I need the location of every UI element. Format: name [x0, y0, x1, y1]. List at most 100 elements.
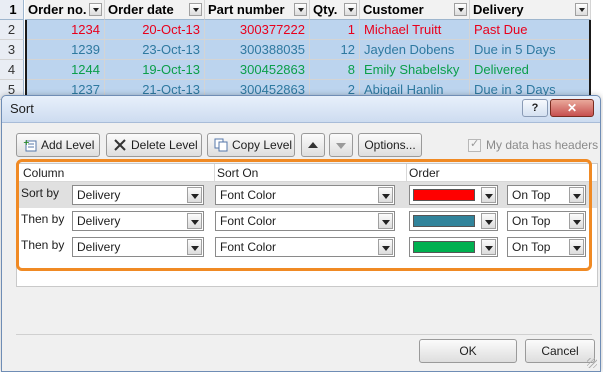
- row-number[interactable]: 2: [0, 20, 24, 40]
- filter-dropdown-icon[interactable]: [454, 3, 467, 16]
- color-swatch: [413, 189, 475, 201]
- dropdown-arrow-icon[interactable]: [378, 187, 393, 203]
- cell-customer[interactable]: Jayden Dobens: [360, 40, 470, 60]
- sort-on-select[interactable]: Font Color: [215, 211, 395, 231]
- delete-icon: [114, 139, 126, 151]
- row-number[interactable]: 4: [0, 60, 24, 80]
- dropdown-arrow-icon[interactable]: [481, 187, 496, 203]
- dropdown-arrow-icon[interactable]: [481, 239, 496, 255]
- filter-dropdown-icon[interactable]: [89, 3, 102, 16]
- add-level-icon: +: [23, 138, 37, 152]
- cancel-label: Cancel: [541, 344, 579, 358]
- header-customer[interactable]: Customer: [360, 0, 470, 20]
- column-value: Delivery: [77, 214, 121, 228]
- cell-order-date[interactable]: 23-Oct-13: [105, 40, 205, 60]
- delete-level-button[interactable]: Delete Level: [106, 133, 202, 157]
- order-position-select[interactable]: On Top: [507, 185, 586, 205]
- ok-label: OK: [459, 344, 477, 358]
- cell-delivery[interactable]: Past Due: [470, 20, 591, 40]
- cell-order-no[interactable]: 1234: [25, 20, 105, 40]
- cell-delivery[interactable]: Delivered: [470, 60, 591, 80]
- then-by-label: Then by: [21, 212, 65, 226]
- my-data-has-headers-label: My data has headers: [486, 138, 599, 152]
- header-qty[interactable]: Qty.: [310, 0, 360, 20]
- filter-dropdown-icon[interactable]: [344, 3, 357, 16]
- header-separator: [214, 164, 215, 181]
- position-value: On Top: [512, 240, 551, 254]
- order-position-select[interactable]: On Top: [507, 237, 586, 257]
- table-row: 4 1244 19-Oct-13 300452863 8 Emily Shabe…: [0, 60, 603, 80]
- sort-dialog: Sort ? ✕ + Add Level Delete Level Copy L…: [1, 95, 601, 372]
- cell-customer[interactable]: Michael Truitt: [360, 20, 470, 40]
- cell-part-number[interactable]: 300377222: [205, 20, 310, 40]
- filter-dropdown-icon[interactable]: [294, 3, 307, 16]
- table-row: 2 1234 20-Oct-13 300377222 1 Michael Tru…: [0, 20, 603, 40]
- cell-customer[interactable]: Emily Shabelsky: [360, 60, 470, 80]
- column-select[interactable]: Delivery: [72, 211, 204, 231]
- position-value: On Top: [512, 188, 551, 202]
- copy-level-button[interactable]: Copy Level: [207, 133, 295, 157]
- delete-level-label: Delete Level: [131, 138, 198, 152]
- dropdown-arrow-icon[interactable]: [187, 239, 202, 255]
- sort-on-value: Font Color: [220, 240, 277, 254]
- sort-on-select[interactable]: Font Color: [215, 237, 395, 257]
- header-order-date[interactable]: Order date: [105, 0, 205, 20]
- dropdown-arrow-icon[interactable]: [569, 239, 584, 255]
- order-color-select[interactable]: [409, 211, 498, 231]
- sort-level-row[interactable]: Sort by Delivery Font Color On Top: [17, 182, 597, 208]
- cell-order-no[interactable]: 1239: [25, 40, 105, 60]
- dropdown-arrow-icon[interactable]: [187, 213, 202, 229]
- header-part-number[interactable]: Part number: [205, 0, 310, 20]
- dropdown-arrow-icon[interactable]: [187, 187, 202, 203]
- column-select[interactable]: Delivery: [72, 185, 204, 205]
- sort-level-row[interactable]: Then by Delivery Font Color On Top: [17, 234, 597, 260]
- cell-qty[interactable]: 1: [310, 20, 360, 40]
- header-separator: [406, 164, 407, 181]
- filter-dropdown-icon[interactable]: [575, 3, 588, 16]
- position-value: On Top: [512, 214, 551, 228]
- dialog-title: Sort: [10, 101, 34, 116]
- footer-divider: [16, 334, 592, 335]
- order-color-select[interactable]: [409, 185, 498, 205]
- sort-levels-grid: Column Sort On Order Sort by Delivery Fo…: [16, 163, 598, 287]
- sort-level-row[interactable]: Then by Delivery Font Color On Top: [17, 208, 597, 234]
- dropdown-arrow-icon[interactable]: [569, 187, 584, 203]
- ok-button[interactable]: OK: [419, 339, 517, 363]
- dropdown-arrow-icon[interactable]: [569, 213, 584, 229]
- dropdown-arrow-icon[interactable]: [378, 213, 393, 229]
- sort-on-select[interactable]: Font Color: [215, 185, 395, 205]
- cell-part-number[interactable]: 300452863: [205, 60, 310, 80]
- dropdown-arrow-icon[interactable]: [378, 239, 393, 255]
- order-position-select[interactable]: On Top: [507, 211, 586, 231]
- cell-order-no[interactable]: 1244: [25, 60, 105, 80]
- add-level-button[interactable]: + Add Level: [16, 133, 100, 157]
- sort-toolbar: + Add Level Delete Level Copy Level Opti…: [2, 133, 600, 161]
- row-number[interactable]: 3: [0, 40, 24, 60]
- header-order-no[interactable]: Order no.: [25, 0, 105, 20]
- row-number[interactable]: 1: [0, 0, 24, 20]
- column-value: Delivery: [77, 240, 121, 254]
- cell-part-number[interactable]: 300388035: [205, 40, 310, 60]
- options-button[interactable]: Options...: [358, 133, 422, 157]
- dropdown-arrow-icon[interactable]: [481, 213, 496, 229]
- cell-order-date[interactable]: 19-Oct-13: [105, 60, 205, 80]
- grid-header: Column Sort On Order: [17, 164, 597, 182]
- header-delivery[interactable]: Delivery: [470, 0, 591, 20]
- filter-dropdown-icon[interactable]: [189, 3, 202, 16]
- order-color-select[interactable]: [409, 237, 498, 257]
- move-up-button[interactable]: [301, 133, 325, 157]
- dialog-titlebar[interactable]: Sort ? ✕: [2, 96, 600, 123]
- column-select[interactable]: Delivery: [72, 237, 204, 257]
- cell-qty[interactable]: 8: [310, 60, 360, 80]
- move-down-button[interactable]: [329, 133, 353, 157]
- table-row: 3 1239 23-Oct-13 300388035 12 Jayden Dob…: [0, 40, 603, 60]
- cell-delivery[interactable]: Due in 5 Days: [470, 40, 591, 60]
- cell-order-date[interactable]: 20-Oct-13: [105, 20, 205, 40]
- resize-grip-icon[interactable]: [587, 358, 597, 368]
- help-button[interactable]: ?: [522, 99, 548, 117]
- column-header: Column: [23, 166, 65, 180]
- close-button[interactable]: ✕: [550, 99, 594, 117]
- cancel-button[interactable]: Cancel: [525, 339, 595, 363]
- cell-qty[interactable]: 12: [310, 40, 360, 60]
- my-data-has-headers-checkbox[interactable]: [468, 137, 481, 152]
